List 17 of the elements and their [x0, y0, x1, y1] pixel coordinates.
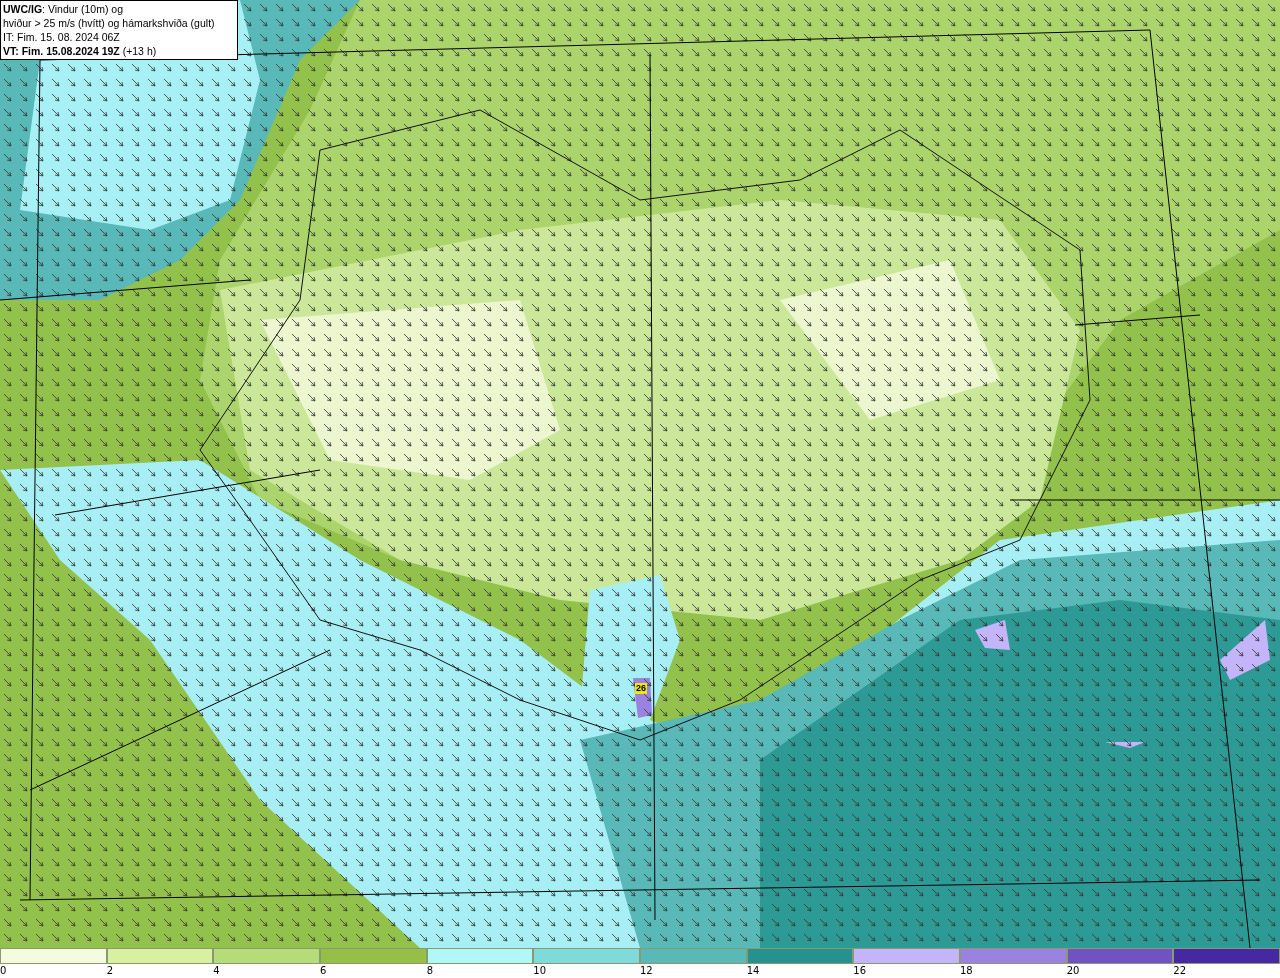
legend-label: 12 — [640, 964, 654, 978]
legend-label: 6 — [320, 964, 328, 978]
legend-label: 4 — [213, 964, 221, 978]
info-text: UWC/IG: Vindur (10m) og — [3, 2, 124, 16]
legend-label: 10 — [533, 964, 548, 978]
info-text: IT: Fim. 15. 08. 2024 06Z — [3, 30, 121, 44]
legend-label: 2 — [106, 964, 115, 978]
legend-label: 16 — [853, 964, 868, 978]
info-text: hviður > 25 m/s (hvítt) og hámarkshviða (gult) — [3, 16, 216, 30]
legend-label: 8 — [426, 964, 435, 978]
legend-label: 22 — [1173, 964, 1188, 978]
legend-label: 20 — [1066, 964, 1081, 978]
legend-label: 18 — [960, 964, 974, 978]
legend-label: 0 — [0, 964, 8, 978]
gust-label: 26 — [635, 683, 647, 694]
info-text: VT: Fim. 15.08.2024 19Z (+13 h) — [3, 44, 158, 58]
legend-label: 14 — [746, 964, 761, 978]
